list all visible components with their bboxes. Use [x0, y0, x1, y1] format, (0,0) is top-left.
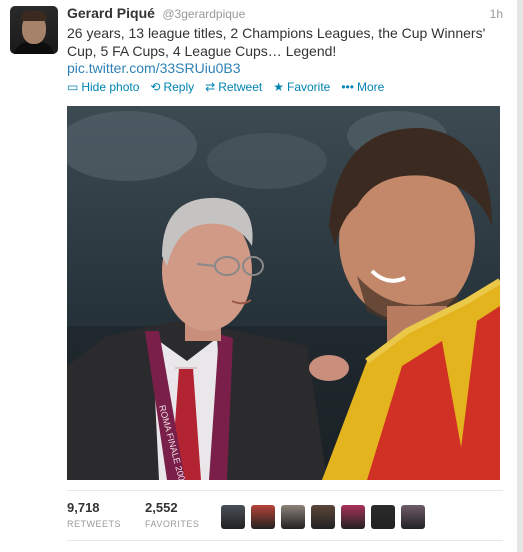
star-icon: ★ [273, 80, 284, 94]
retweets-count: 9,718 [67, 500, 100, 515]
tweet-actions: ▭ Hide photo ⟲ Reply ⇄ Retweet ★ Favorit… [67, 80, 384, 94]
stats-divider-bottom [67, 540, 503, 541]
stats-divider-top [67, 490, 503, 491]
tweet-stats: 9,718 RETWEETS 2,552 FAVORITES [67, 500, 199, 529]
retweets-stat[interactable]: 9,718 RETWEETS [67, 500, 121, 529]
tweet-header: Gerard Piqué @3gerardpique 1h [67, 5, 503, 23]
hide-photo-label: Hide photo [81, 80, 140, 94]
faver-avatar-6[interactable] [371, 505, 395, 529]
tweet-time[interactable]: 1h [490, 7, 503, 21]
more-action[interactable]: ••• More [341, 80, 384, 94]
retweet-icon: ⇄ [205, 80, 216, 94]
avatar-hair [21, 11, 47, 21]
photo-illustration: ROMA FINALE 2009 [67, 111, 500, 480]
retweet-action[interactable]: ⇄ Retweet [205, 80, 262, 94]
tweet: Gerard Piqué @3gerardpique 1h 26 years, … [0, 0, 517, 552]
favorites-count: 2,552 [145, 500, 178, 515]
reply-label: Reply [163, 80, 195, 94]
photo-link[interactable]: pic.twitter.com/33SRUiu0B3 [67, 60, 241, 76]
author-fullname[interactable]: Gerard Piqué [67, 5, 155, 21]
tweet-text: 26 years, 13 league titles, 2 Champions … [67, 25, 486, 59]
faver-avatar-5[interactable] [341, 505, 365, 529]
faver-avatar-7[interactable] [401, 505, 425, 529]
faver-avatar-1[interactable] [221, 505, 245, 529]
scrollbar[interactable] [517, 0, 523, 552]
favorite-action[interactable]: ★ Favorite [273, 80, 330, 94]
author-username[interactable]: @3gerardpique [162, 7, 245, 21]
favorite-label: Favorite [287, 80, 331, 94]
faver-avatar-4[interactable] [311, 505, 335, 529]
hide-photo-action[interactable]: ▭ Hide photo [67, 80, 139, 94]
favoriters-list [221, 505, 425, 529]
reply-icon: ⟲ [150, 80, 161, 94]
favorites-label: FAVORITES [145, 519, 200, 529]
reply-action[interactable]: ⟲ Reply [150, 80, 194, 94]
tweet-photo[interactable]: ROMA FINALE 2009 [67, 106, 500, 480]
retweets-label: RETWEETS [67, 519, 122, 529]
favorites-stat[interactable]: 2,552 FAVORITES [145, 500, 199, 529]
more-label: More [356, 80, 385, 94]
faver-avatar-2[interactable] [251, 505, 275, 529]
retweet-label: Retweet [218, 80, 263, 94]
avatar[interactable] [10, 6, 58, 54]
more-icon: ••• [341, 80, 354, 94]
photo-icon: ▭ [67, 80, 79, 94]
faver-avatar-3[interactable] [281, 505, 305, 529]
